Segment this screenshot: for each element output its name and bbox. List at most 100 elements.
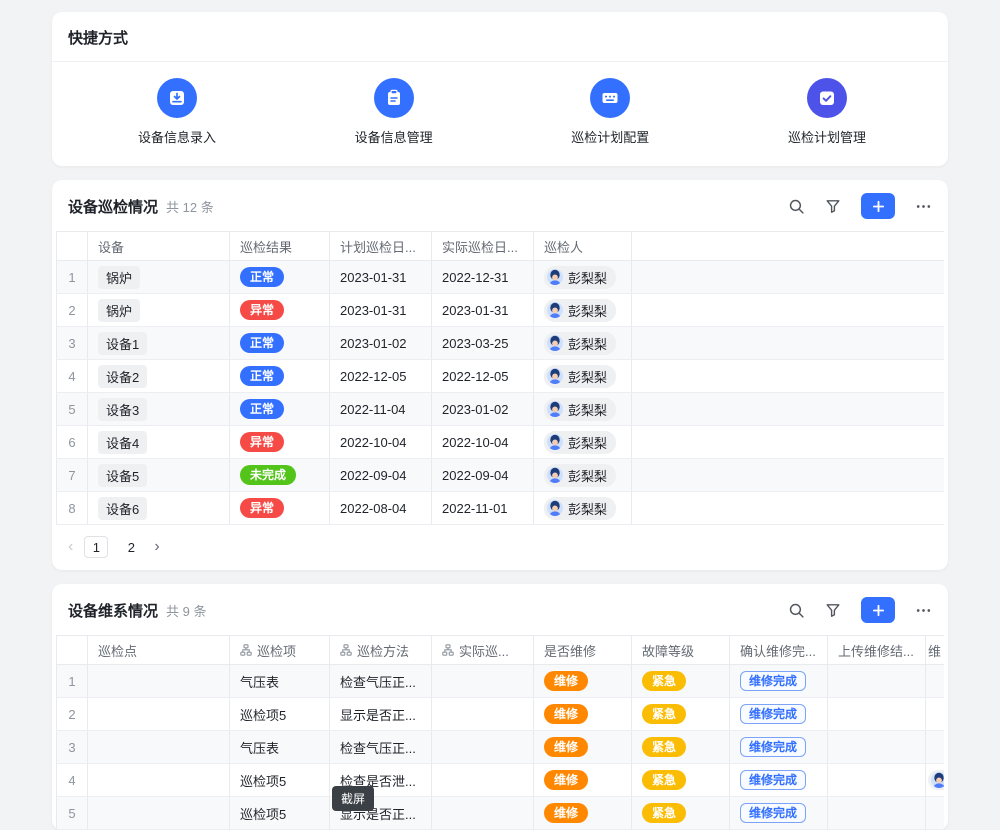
result-cell[interactable]: 正常	[230, 261, 330, 293]
shortcut-device-info-manage[interactable]: 设备信息管理	[339, 78, 449, 146]
table-row[interactable]: 5 设备3 正常 2022-11-04 2023-01-02	[56, 393, 944, 426]
actual-cell[interactable]	[432, 698, 534, 730]
result-badge[interactable]: 异常	[240, 432, 284, 452]
device-cell[interactable]: 锅炉	[88, 294, 230, 326]
repair-cell[interactable]: 维修	[534, 764, 632, 796]
point-cell[interactable]	[88, 665, 230, 697]
planned-date-cell[interactable]: 2022-10-04	[330, 426, 432, 458]
confirm-cell[interactable]: 维修完成	[730, 731, 828, 763]
level-cell[interactable]: 紧急	[632, 797, 730, 829]
confirm-repair-button[interactable]: 维修完成	[740, 770, 806, 790]
repair-badge[interactable]: 维修	[544, 770, 588, 790]
column-header-upload[interactable]: 上传维修结...	[828, 636, 926, 664]
column-header-inspector[interactable]: 巡检人	[534, 232, 632, 260]
table-row[interactable]: 1 气压表 检查气压正... 维修 紧急 维修完成	[56, 665, 944, 698]
inspector-cell[interactable]: 彭梨梨	[534, 459, 632, 491]
repairer-cell[interactable]	[926, 698, 944, 730]
item-cell[interactable]: 巡检项5	[230, 764, 330, 796]
result-cell[interactable]: 正常	[230, 360, 330, 392]
actual-date-cell[interactable]: 2023-01-02	[432, 393, 534, 425]
level-badge[interactable]: 紧急	[642, 770, 686, 790]
page-2-button[interactable]: 2	[119, 536, 143, 558]
repairer-cell[interactable]	[926, 665, 944, 697]
confirm-repair-button[interactable]: 维修完成	[740, 737, 806, 757]
inspector-chip[interactable]: 彭梨梨	[544, 266, 616, 289]
device-cell[interactable]: 设备1	[88, 327, 230, 359]
repair-cell[interactable]: 维修	[534, 665, 632, 697]
actual-cell[interactable]	[432, 665, 534, 697]
method-cell[interactable]: 检查气压正...	[330, 731, 432, 763]
confirm-repair-button[interactable]: 维修完成	[740, 671, 806, 691]
inspector-cell[interactable]: 彭梨梨	[534, 261, 632, 293]
point-cell[interactable]	[88, 731, 230, 763]
filter-button[interactable]	[825, 602, 841, 618]
shortcut-plan-config[interactable]: 巡检计划配置	[555, 78, 665, 146]
level-cell[interactable]: 紧急	[632, 731, 730, 763]
inspector-cell[interactable]: 彭梨梨	[534, 492, 632, 524]
column-header-planned-date[interactable]: 计划巡检日...	[330, 232, 432, 260]
inspector-cell[interactable]: 彭梨梨	[534, 327, 632, 359]
repair-badge[interactable]: 维修	[544, 803, 588, 823]
actual-date-cell[interactable]: 2022-11-01	[432, 492, 534, 524]
planned-date-cell[interactable]: 2022-08-04	[330, 492, 432, 524]
result-cell[interactable]: 异常	[230, 426, 330, 458]
device-cell[interactable]: 设备5	[88, 459, 230, 491]
table-row[interactable]: 4 设备2 正常 2022-12-05 2022-12-05	[56, 360, 944, 393]
planned-date-cell[interactable]: 2022-11-04	[330, 393, 432, 425]
column-header-point[interactable]: 巡检点	[88, 636, 230, 664]
table-row[interactable]: 3 设备1 正常 2023-01-02 2023-03-25	[56, 327, 944, 360]
result-badge[interactable]: 正常	[240, 366, 284, 386]
inspector-cell[interactable]: 彭梨梨	[534, 360, 632, 392]
filter-button[interactable]	[825, 198, 841, 214]
column-header-actual[interactable]: 实际巡...	[432, 636, 534, 664]
result-cell[interactable]: 正常	[230, 327, 330, 359]
device-tag[interactable]: 设备5	[98, 464, 147, 487]
inspector-chip[interactable]: 彭梨梨	[544, 365, 616, 388]
result-badge[interactable]: 正常	[240, 333, 284, 353]
actual-cell[interactable]	[432, 797, 534, 829]
level-badge[interactable]: 紧急	[642, 737, 686, 757]
shortcut-device-info-entry[interactable]: 设备信息录入	[122, 78, 232, 146]
prev-page-button[interactable]: ‹	[68, 539, 73, 555]
level-badge[interactable]: 紧急	[642, 803, 686, 823]
table-row[interactable]: 6 设备4 异常 2022-10-04 2022-10-04	[56, 426, 944, 459]
method-cell[interactable]: 显示是否正...	[330, 698, 432, 730]
column-header-repair[interactable]: 是否维修	[534, 636, 632, 664]
column-header-level[interactable]: 故障等级	[632, 636, 730, 664]
item-cell[interactable]: 巡检项5	[230, 797, 330, 829]
device-tag[interactable]: 设备6	[98, 497, 147, 520]
repair-badge[interactable]: 维修	[544, 671, 588, 691]
level-badge[interactable]: 紧急	[642, 671, 686, 691]
actual-cell[interactable]	[432, 731, 534, 763]
actual-date-cell[interactable]: 2022-10-04	[432, 426, 534, 458]
confirm-cell[interactable]: 维修完成	[730, 665, 828, 697]
inspector-cell[interactable]: 彭梨梨	[534, 294, 632, 326]
column-header-item[interactable]: 巡检项	[230, 636, 330, 664]
column-header-method[interactable]: 巡检方法	[330, 636, 432, 664]
result-badge[interactable]: 异常	[240, 498, 284, 518]
column-header-confirm[interactable]: 确认维修完...	[730, 636, 828, 664]
result-cell[interactable]: 异常	[230, 492, 330, 524]
upload-cell[interactable]	[828, 665, 926, 697]
inspector-chip[interactable]: 彭梨梨	[544, 299, 616, 322]
actual-cell[interactable]	[432, 764, 534, 796]
repair-cell[interactable]: 维修	[534, 797, 632, 829]
item-cell[interactable]: 气压表	[230, 731, 330, 763]
repairer-cell[interactable]	[926, 731, 944, 763]
column-header-repairer[interactable]: 维	[926, 636, 944, 664]
column-header-device[interactable]: 设备	[88, 232, 230, 260]
item-cell[interactable]: 巡检项5	[230, 698, 330, 730]
repair-badge[interactable]: 维修	[544, 737, 588, 757]
add-record-button[interactable]	[861, 193, 895, 219]
result-badge[interactable]: 未完成	[240, 465, 296, 485]
device-tag[interactable]: 设备3	[98, 398, 147, 421]
inspector-chip[interactable]: 彭梨梨	[544, 497, 616, 520]
confirm-cell[interactable]: 维修完成	[730, 698, 828, 730]
table-row[interactable]: 4 巡检项5 检查是否泄... 维修 紧急 维修完成	[56, 764, 944, 797]
more-button[interactable]	[915, 198, 932, 215]
add-record-button[interactable]	[861, 597, 895, 623]
page-1-button[interactable]: 1	[84, 536, 108, 558]
confirm-repair-button[interactable]: 维修完成	[740, 803, 806, 823]
repairer-cell[interactable]	[926, 764, 944, 796]
planned-date-cell[interactable]: 2023-01-31	[330, 261, 432, 293]
